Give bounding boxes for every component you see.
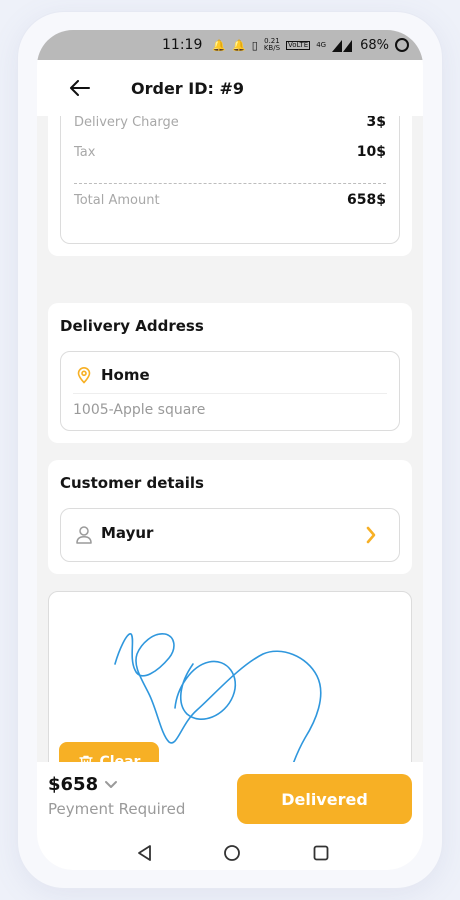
tax-value: 10$ — [356, 144, 386, 160]
address-box: Home 1005-Apple square — [60, 351, 400, 431]
delivery-address-title: Delivery Address — [60, 317, 204, 335]
delivery-charge-value: 3$ — [366, 116, 386, 130]
vibrate-icon: ▯ — [251, 38, 258, 52]
order-details-scroll[interactable]: Delivery Charge 3$ Tax 10$ Total Amount … — [37, 116, 423, 762]
customer-details-title: Customer details — [60, 474, 204, 492]
price-toggle[interactable]: $658 — [48, 774, 118, 795]
order-summary-box: Delivery Charge 3$ Tax 10$ Total Amount … — [60, 116, 400, 244]
order-summary-card: Delivery Charge 3$ Tax 10$ Total Amount … — [48, 116, 412, 256]
home-nav-icon[interactable] — [223, 844, 241, 862]
status-time: 11:19 — [162, 37, 203, 53]
address-line: 1005-Apple square — [73, 402, 206, 418]
order-price: $658 — [48, 774, 99, 795]
back-arrow-icon[interactable] — [55, 80, 105, 96]
network-type: 4G — [316, 40, 327, 49]
delivery-address-card: Delivery Address Home 1005-Apple square — [48, 303, 412, 443]
recents-nav-icon[interactable] — [312, 844, 330, 862]
tax-label: Tax — [74, 144, 96, 160]
total-row: Total Amount 658$ — [74, 192, 386, 208]
address-name: Home — [101, 366, 150, 384]
back-nav-icon[interactable] — [136, 844, 154, 862]
delivery-charge-label: Delivery Charge — [74, 116, 179, 130]
signature-stroke — [114, 633, 322, 762]
customer-name: Mayur — [101, 524, 154, 542]
location-pin-icon — [77, 367, 91, 384]
clear-label: Clear — [99, 754, 141, 762]
net-speed: 0.21 KB/S — [264, 38, 280, 52]
net-speed-unit: KB/S — [263, 44, 281, 52]
signal-icon — [332, 40, 353, 52]
tax-row: Tax 10$ — [74, 144, 386, 160]
total-label: Total Amount — [74, 192, 160, 208]
bell-icon: 🔔 — [212, 38, 227, 52]
user-icon — [76, 526, 92, 544]
page-title: Order ID: #9 — [131, 78, 244, 98]
clear-signature-button[interactable]: Clear — [59, 742, 159, 762]
address-divider — [73, 393, 387, 394]
dashed-divider — [74, 183, 386, 184]
status-bar: 11:19 🔔 🔔 ▯ 0.21 KB/S VoLTE 4G 68% — [37, 30, 423, 60]
total-value: 658$ — [347, 192, 386, 208]
signature-pad[interactable]: Clear — [48, 591, 412, 762]
android-nav-bar — [37, 840, 423, 870]
app-header: Order ID: #9 — [37, 60, 423, 116]
trash-icon — [78, 755, 93, 762]
customer-details-card: Customer details Mayur — [48, 460, 412, 574]
bell-icon: 🔔 — [232, 38, 246, 52]
battery-percent: 68% — [360, 37, 389, 53]
chevron-down-icon — [105, 780, 118, 788]
phone-screen: 11:19 🔔 🔔 ▯ 0.21 KB/S VoLTE 4G 68% Order… — [37, 30, 423, 870]
payment-note: Peyment Required — [48, 800, 186, 818]
battery-icon — [395, 38, 409, 52]
customer-row[interactable]: Mayur — [60, 508, 400, 562]
delivered-button[interactable]: Delivered — [237, 774, 412, 824]
bottom-bar: $658 Peyment Required Delivered — [37, 762, 423, 870]
volte-badge: VoLTE — [286, 40, 311, 50]
delivery-charge-row: Delivery Charge 3$ — [74, 116, 386, 130]
chevron-right-icon — [366, 526, 376, 544]
